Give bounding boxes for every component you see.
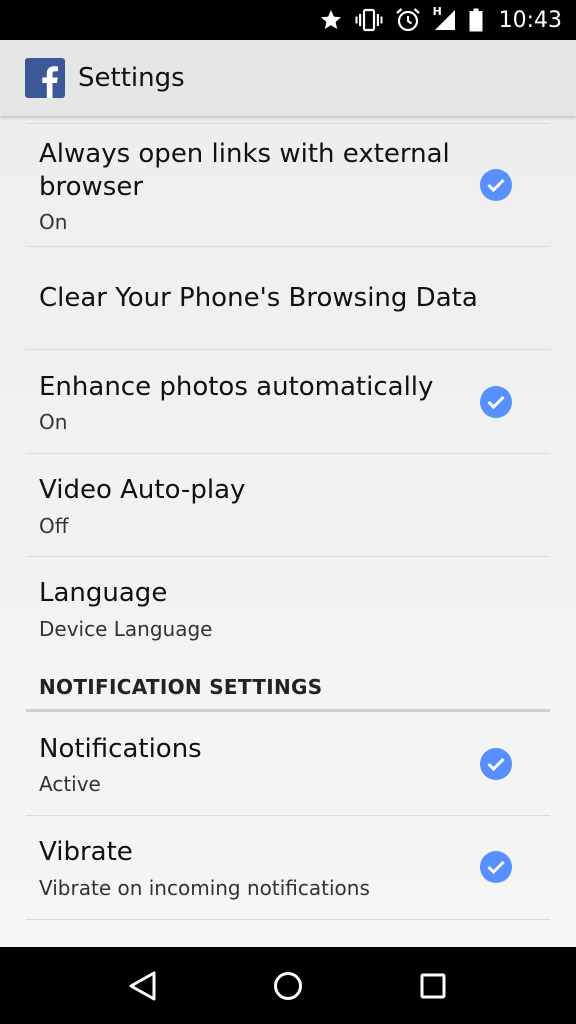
setting-status: On [39, 210, 68, 234]
recents-icon[interactable] [403, 956, 463, 1016]
alarm-icon [395, 0, 421, 40]
page-title: Settings [78, 63, 185, 93]
setting-status: Vibrate on incoming notifications [39, 876, 370, 900]
setting-video-autoplay[interactable]: Video Auto-play Off [0, 454, 576, 557]
status-bar: H 10:43 [0, 0, 576, 40]
setting-external-browser[interactable]: Always open links with external browser … [0, 124, 576, 246]
setting-title: Vibrate [39, 837, 133, 867]
setting-status: On [39, 410, 68, 434]
checkbox-checked-icon[interactable] [480, 386, 512, 418]
setting-title: Always open links with external browser [39, 139, 450, 202]
setting-language[interactable]: Language Device Language [0, 557, 576, 660]
setting-status: Off [39, 514, 69, 538]
settings-list[interactable]: Always open links with external browser … [0, 116, 576, 947]
checkbox-checked-icon[interactable] [480, 851, 512, 883]
setting-title: Notifications [39, 734, 202, 764]
facebook-logo[interactable] [25, 58, 65, 98]
battery-icon [469, 0, 483, 40]
network-type-label: H [432, 5, 442, 18]
setting-notifications[interactable]: Notifications Active [0, 712, 576, 815]
setting-clear-browsing-data[interactable]: Clear Your Phone's Browsing Data [0, 247, 576, 350]
setting-status: Device Language [39, 617, 213, 641]
back-icon[interactable] [113, 956, 173, 1016]
vibrate-icon [355, 0, 383, 40]
checkbox-checked-icon[interactable] [480, 748, 512, 780]
status-time: 10:43 [498, 7, 562, 33]
navigation-bar [0, 947, 576, 1024]
setting-enhance-photos[interactable]: Enhance photos automatically On [0, 350, 576, 453]
setting-status: Active [39, 772, 101, 796]
home-icon[interactable] [258, 956, 318, 1016]
signal-icon: H [433, 0, 457, 40]
setting-vibrate[interactable]: Vibrate Vibrate on incoming notification… [0, 816, 576, 919]
setting-title: Enhance photos automatically [39, 372, 434, 402]
divider [26, 919, 550, 920]
setting-title: Clear Your Phone's Browsing Data [39, 283, 478, 313]
section-header-notifications: NOTIFICATION SETTINGS [39, 675, 323, 699]
star-icon [319, 0, 343, 40]
setting-title: Video Auto-play [39, 475, 246, 505]
checkbox-checked-icon[interactable] [480, 169, 512, 201]
setting-title: Language [39, 578, 168, 608]
app-bar: Settings [0, 40, 576, 116]
